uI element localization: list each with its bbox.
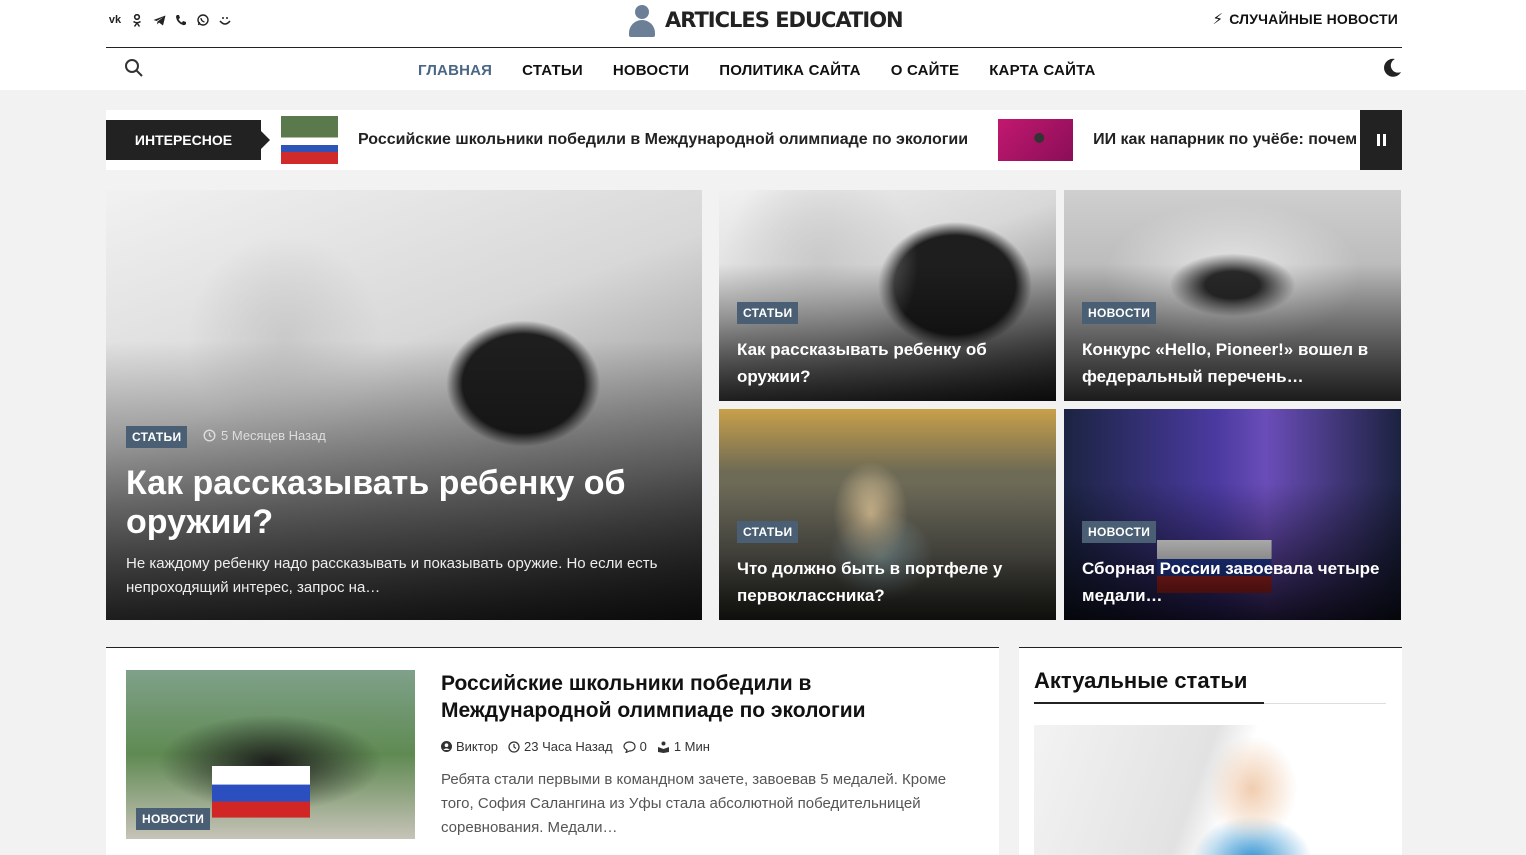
ticker-label: ИНТЕРЕСНОЕ: [106, 120, 270, 160]
news-ticker: ИНТЕРЕСНОЕ Российские школьники победили…: [106, 110, 1402, 170]
clock-icon: [508, 740, 520, 753]
hero-small-card[interactable]: НОВОСТИ Конкурс «Hello, Pioneer!» вошел …: [1064, 190, 1401, 401]
card-title[interactable]: Конкурс «Hello, Pioneer!» вошел в федера…: [1082, 336, 1382, 390]
hero-main-excerpt: Не каждому ребенку надо рассказывать и п…: [126, 555, 658, 596]
site-logo[interactable]: ARTICLES EDUCATION: [627, 2, 904, 38]
ticker-item[interactable]: ИИ как напарник по учёбе: почем: [998, 119, 1357, 161]
hero-main-card[interactable]: СТАТЬИ 5 Месяцев Назад Как рассказывать …: [106, 190, 702, 620]
hero-small-card[interactable]: СТАТЬИ Как рассказывать ребенку об оружи…: [719, 190, 1056, 401]
hero-main-title[interactable]: Как рассказывать ребенку об оружии?: [126, 464, 666, 542]
nav-item-home[interactable]: ГЛАВНАЯ: [418, 62, 492, 79]
header-divider: [106, 47, 1402, 48]
viber-icon[interactable]: [174, 12, 188, 28]
category-badge[interactable]: СТАТЬИ: [126, 426, 188, 448]
ticker-track: Российские школьники победили в Междунар…: [281, 110, 1387, 170]
user-icon: [441, 741, 452, 752]
ticker-item-title: Российские школьники победили в Междунар…: [358, 131, 969, 148]
lightning-icon: ⚡: [1212, 11, 1224, 28]
post-time: 23 Часа Назад: [508, 739, 613, 754]
post-comments[interactable]: 0: [623, 739, 647, 754]
user-logo-icon: [627, 3, 657, 37]
main-nav: ГЛАВНАЯ СТАТЬИ НОВОСТИ ПОЛИТИКА САЙТА О …: [418, 62, 1096, 79]
post-excerpt: Ребята стали первыми в командном зачете,…: [441, 771, 947, 836]
sidebar-widget: Актуальные статьи: [1019, 647, 1402, 855]
ticker-thumbnail: [998, 119, 1074, 161]
logo-text: ARTICLES EDUCATION: [665, 8, 904, 32]
max-icon[interactable]: [218, 12, 232, 28]
category-badge[interactable]: НОВОСТИ: [1082, 302, 1157, 324]
hero-small-card[interactable]: СТАТЬИ Что должно быть в портфеле у перв…: [719, 409, 1056, 620]
ticker-pause-button[interactable]: [1360, 110, 1402, 170]
hero-small-card[interactable]: НОВОСТИ Сборная России завоевала четыре …: [1064, 409, 1401, 620]
random-news-link[interactable]: ⚡ СЛУЧАЙНЫЕ НОВОСТИ: [1212, 10, 1398, 28]
pause-icon: [1376, 134, 1380, 146]
category-badge[interactable]: НОВОСТИ: [136, 808, 211, 830]
card-title[interactable]: Сборная России завоевала четыре медали…: [1082, 555, 1382, 609]
post-read-time: 1 Мин: [657, 739, 710, 754]
reading-icon: [657, 741, 669, 753]
post-read-time-label: 1 Мин: [673, 739, 710, 754]
card-title[interactable]: Что должно быть в портфеле у первоклассн…: [737, 555, 1037, 609]
post-meta: Виктор 23 Часа Назад 0 1 Мин: [441, 739, 710, 754]
ok-icon[interactable]: [130, 12, 144, 28]
sidebar-title: Актуальные статьи: [1034, 668, 1248, 693]
post-thumbnail[interactable]: НОВОСТИ: [126, 670, 415, 839]
comment-icon: [623, 740, 636, 753]
ticker-item[interactable]: Российские школьники победили в Междунар…: [281, 116, 968, 164]
post-title[interactable]: Российские школьники победили в Междунар…: [441, 670, 961, 724]
ticker-item-title: ИИ как напарник по учёбе: почем: [1093, 131, 1358, 148]
post-time-label: 5 Месяцев Назад: [221, 428, 326, 443]
nav-item-policy[interactable]: ПОЛИТИКА САЙТА: [719, 62, 860, 79]
sidebar-post-thumbnail[interactable]: [1034, 725, 1386, 855]
site-header: vk ARTICLES EDUCATION ⚡ СЛУЧАЙНЫЕ НОВОСТ…: [0, 0, 1526, 90]
post-time: 5 Месяцев Назад: [203, 428, 326, 443]
random-news-label: СЛУЧАЙНЫЕ НОВОСТИ: [1229, 11, 1398, 27]
ticker-thumbnail: [281, 116, 338, 164]
nav-item-sitemap[interactable]: КАРТА САЙТА: [989, 62, 1095, 79]
post-author[interactable]: Виктор: [441, 739, 498, 754]
post-comments-count: 0: [639, 739, 647, 754]
clock-icon: [203, 429, 216, 442]
moon-icon[interactable]: [1381, 57, 1403, 79]
search-icon[interactable]: [124, 58, 144, 78]
vk-icon[interactable]: vk: [108, 12, 122, 28]
category-badge[interactable]: СТАТЬИ: [737, 302, 799, 324]
post-author-name: Виктор: [456, 739, 499, 754]
nav-item-articles[interactable]: СТАТЬИ: [522, 62, 583, 79]
social-links: vk: [108, 12, 232, 28]
card-title[interactable]: Как рассказывать ребенку об оружии?: [737, 336, 1037, 390]
telegram-icon[interactable]: [152, 12, 166, 28]
category-badge[interactable]: СТАТЬИ: [737, 521, 799, 543]
post-list-item: НОВОСТИ Российские школьники победили в …: [106, 647, 999, 855]
whatsapp-icon[interactable]: [196, 12, 210, 28]
nav-item-news[interactable]: НОВОСТИ: [613, 62, 689, 79]
category-badge[interactable]: НОВОСТИ: [1082, 521, 1157, 543]
nav-item-about[interactable]: О САЙТЕ: [891, 62, 959, 79]
post-time-label: 23 Часа Назад: [524, 739, 613, 754]
sidebar-title-divider: [1034, 702, 1386, 704]
